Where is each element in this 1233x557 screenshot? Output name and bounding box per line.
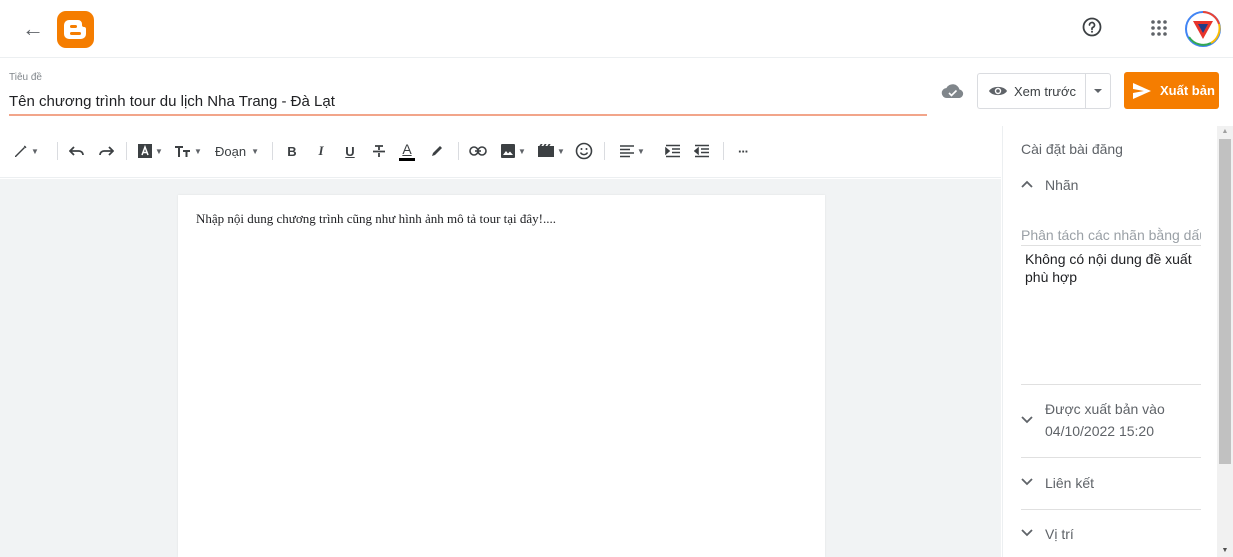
publish-button[interactable]: Xuất bản: [1124, 72, 1219, 109]
help-circle-icon[interactable]: [1080, 15, 1104, 39]
undo-icon[interactable]: [66, 140, 88, 162]
align-icon[interactable]: ▼: [616, 140, 648, 162]
body-text[interactable]: Nhập nội dung chương trình cũng như hình…: [196, 211, 556, 227]
location-heading: Vị trí: [1045, 526, 1074, 542]
cloud-saved-icon: [940, 80, 966, 102]
title-input[interactable]: [9, 92, 927, 116]
location-section-toggle[interactable]: Vị trí: [1021, 526, 1074, 542]
labels-input[interactable]: [1021, 224, 1201, 246]
panel-scrollbar[interactable]: ▲ ▼: [1217, 126, 1233, 557]
section-divider: [1021, 384, 1201, 385]
strikethrough-icon[interactable]: [368, 140, 390, 162]
link-icon[interactable]: [467, 140, 489, 162]
underline-icon[interactable]: U: [340, 140, 360, 162]
outdent-icon[interactable]: [691, 140, 713, 162]
preview-button[interactable]: Xem trước: [977, 73, 1085, 109]
chevron-down-icon: [1021, 529, 1033, 537]
highlight-icon[interactable]: [426, 140, 448, 162]
chevron-up-icon: [1021, 180, 1033, 188]
chevron-down-icon: [1021, 478, 1033, 486]
toolbar-separator: [126, 142, 127, 160]
labels-suggestion: Không có nội dung đề xuất phù hợp: [1025, 251, 1192, 285]
editor-page[interactable]: Nhập nội dung chương trình cũng như hình…: [178, 195, 825, 557]
toolbar-separator: [604, 142, 605, 160]
post-settings-panel: Cài đặt bài đăng Nhãn Không có nội dung …: [1002, 126, 1216, 557]
publish-label: Xuất bản: [1160, 83, 1215, 98]
top-bar: ←: [0, 0, 1233, 58]
blogger-editor: ← Tiêu đề Tên chương trình tour du lịch …: [0, 0, 1233, 557]
links-heading: Liên kết: [1045, 475, 1095, 491]
editor-toolbar: ▼ ▼ ▼ Đoạn ▼ B I U A ▼ ▼ ▼ ···: [0, 126, 1001, 178]
more-icon[interactable]: ···: [732, 140, 754, 162]
toolbar-separator: [458, 142, 459, 160]
scroll-thumb[interactable]: [1219, 139, 1231, 464]
text-color-icon[interactable]: A: [396, 140, 418, 162]
emoji-icon[interactable]: [573, 140, 595, 162]
paragraph-label: Đoạn: [215, 143, 247, 159]
preview-dropdown-button[interactable]: [1085, 73, 1111, 109]
avatar[interactable]: [1185, 11, 1221, 47]
toolbar-separator: [272, 142, 273, 160]
redo-icon[interactable]: [95, 140, 117, 162]
preview-label: Xem trước: [1014, 83, 1077, 99]
send-icon: [1133, 82, 1151, 99]
blogger-logo-icon[interactable]: [57, 11, 94, 48]
title-label: Tiêu đề: [9, 72, 42, 83]
eye-icon: [989, 86, 1007, 96]
apps-grid-icon[interactable]: [1148, 17, 1170, 39]
bold-icon[interactable]: B: [282, 140, 302, 162]
text-color-letter: A: [402, 140, 412, 157]
section-divider: [1021, 509, 1201, 510]
scroll-up-arrow-icon[interactable]: ▲: [1217, 126, 1233, 138]
italic-icon[interactable]: I: [311, 140, 331, 162]
pencil-icon[interactable]: ▼: [10, 140, 42, 162]
labels-section-toggle[interactable]: Nhãn: [1021, 177, 1078, 193]
published-datetime: 04/10/2022 15:20: [1045, 423, 1154, 439]
labels-heading: Nhãn: [1045, 177, 1079, 193]
chevron-down-icon: [1021, 416, 1033, 424]
paragraph-dropdown[interactable]: Đoạn ▼: [212, 140, 262, 162]
image-icon[interactable]: ▼: [498, 140, 528, 162]
indent-icon[interactable]: [662, 140, 684, 162]
arrow-left-icon[interactable]: ←: [20, 16, 46, 42]
font-size-icon[interactable]: ▼: [174, 140, 202, 162]
links-section-toggle[interactable]: Liên kết: [1021, 475, 1094, 491]
published-heading: Được xuất bản vào: [1045, 401, 1165, 417]
video-icon[interactable]: ▼: [536, 140, 566, 162]
toolbar-separator: [57, 142, 58, 160]
post-settings-title: Cài đặt bài đăng: [1021, 141, 1123, 157]
section-divider: [1021, 457, 1201, 458]
toolbar-separator: [723, 142, 724, 160]
published-section-toggle[interactable]: Được xuất bản vào 04/10/2022 15:20: [1021, 401, 1165, 442]
font-icon[interactable]: ▼: [136, 140, 164, 162]
caret-down-icon: [1094, 89, 1102, 93]
scroll-down-arrow-icon[interactable]: ▼: [1217, 545, 1233, 557]
